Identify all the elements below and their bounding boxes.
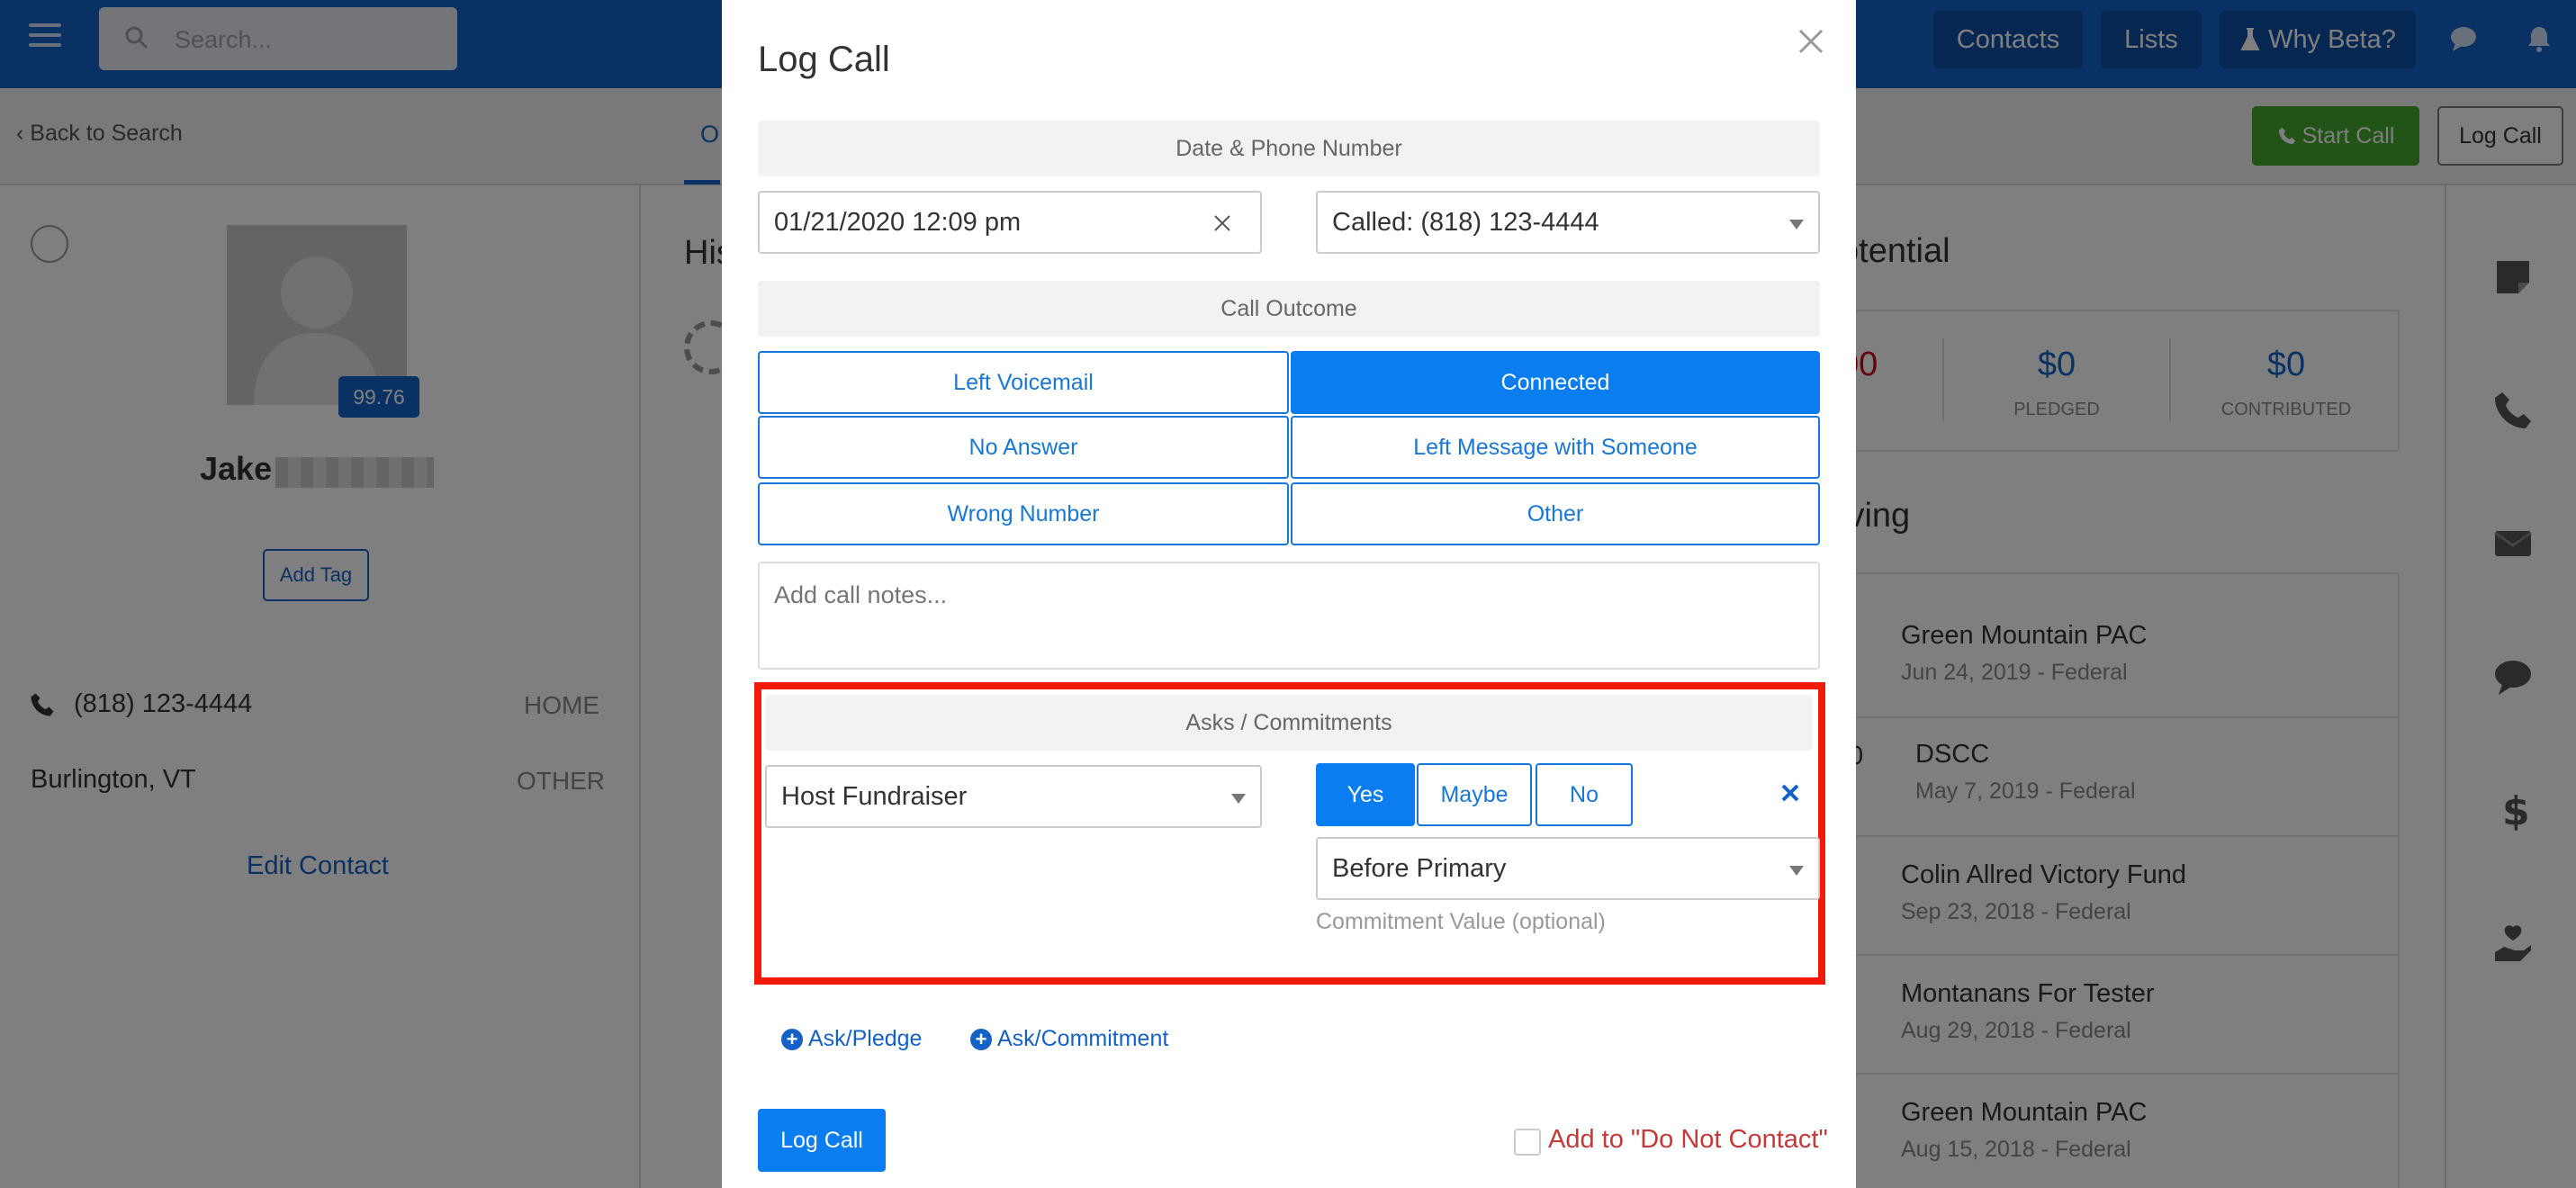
outcome-connected-button[interactable]: Connected: [1291, 351, 1820, 414]
commitment-timing-value: Before Primary: [1332, 853, 1507, 883]
chevron-down-icon: [1231, 794, 1246, 804]
outcome-other-button[interactable]: Other: [1291, 482, 1820, 545]
outcome-no-answer-button[interactable]: No Answer: [758, 416, 1289, 479]
commitment-no-button[interactable]: No: [1536, 763, 1633, 826]
plus-circle-icon: +: [970, 1028, 992, 1050]
outcome-wrong-number-button[interactable]: Wrong Number: [758, 482, 1289, 545]
outcome-left-voicemail-button[interactable]: Left Voicemail: [758, 351, 1289, 414]
remove-commitment-icon[interactable]: [1780, 783, 1800, 803]
commitment-value-hint: Commitment Value (optional): [1316, 909, 1606, 934]
clear-icon[interactable]: [1213, 214, 1231, 232]
call-datetime-value: 01/21/2020 12:09 pm: [774, 207, 1022, 237]
chevron-down-icon: [1789, 220, 1804, 230]
call-outcome-header: Call Outcome: [758, 281, 1820, 337]
modal-title: Log Call: [758, 40, 890, 79]
close-icon[interactable]: [1795, 25, 1827, 58]
call-notes-textarea[interactable]: [758, 562, 1820, 670]
ask-type-select[interactable]: Host Fundraiser: [765, 765, 1262, 828]
chevron-down-icon: [1789, 866, 1804, 876]
add-ask-commitment-link[interactable]: + Ask/Commitment: [970, 1026, 1168, 1052]
commitment-maybe-button[interactable]: Maybe: [1417, 763, 1532, 826]
log-call-submit-button[interactable]: Log Call: [758, 1109, 886, 1172]
commitment-yes-button[interactable]: Yes: [1316, 763, 1415, 826]
asks-commitments-header: Asks / Commitments: [765, 695, 1813, 751]
called-number-select[interactable]: Called: (818) 123-4444: [1316, 191, 1820, 254]
call-datetime-input[interactable]: 01/21/2020 12:09 pm: [758, 191, 1262, 254]
add-ask-pledge-label: Ask/Pledge: [808, 1026, 923, 1051]
date-phone-header: Date & Phone Number: [758, 121, 1820, 176]
outcome-left-message-button[interactable]: Left Message with Someone: [1291, 416, 1820, 479]
log-call-modal: Log Call Date & Phone Number 01/21/2020 …: [722, 0, 1856, 1188]
do-not-contact-checkbox[interactable]: [1514, 1129, 1541, 1156]
called-number-value: Called: (818) 123-4444: [1332, 207, 1599, 237]
commitment-timing-select[interactable]: Before Primary: [1316, 837, 1820, 900]
do-not-contact-label[interactable]: Add to "Do Not Contact": [1548, 1125, 1828, 1155]
plus-circle-icon: +: [781, 1028, 803, 1050]
ask-type-value: Host Fundraiser: [781, 781, 968, 811]
add-ask-commitment-label: Ask/Commitment: [997, 1026, 1169, 1051]
add-ask-pledge-link[interactable]: + Ask/Pledge: [781, 1026, 922, 1052]
